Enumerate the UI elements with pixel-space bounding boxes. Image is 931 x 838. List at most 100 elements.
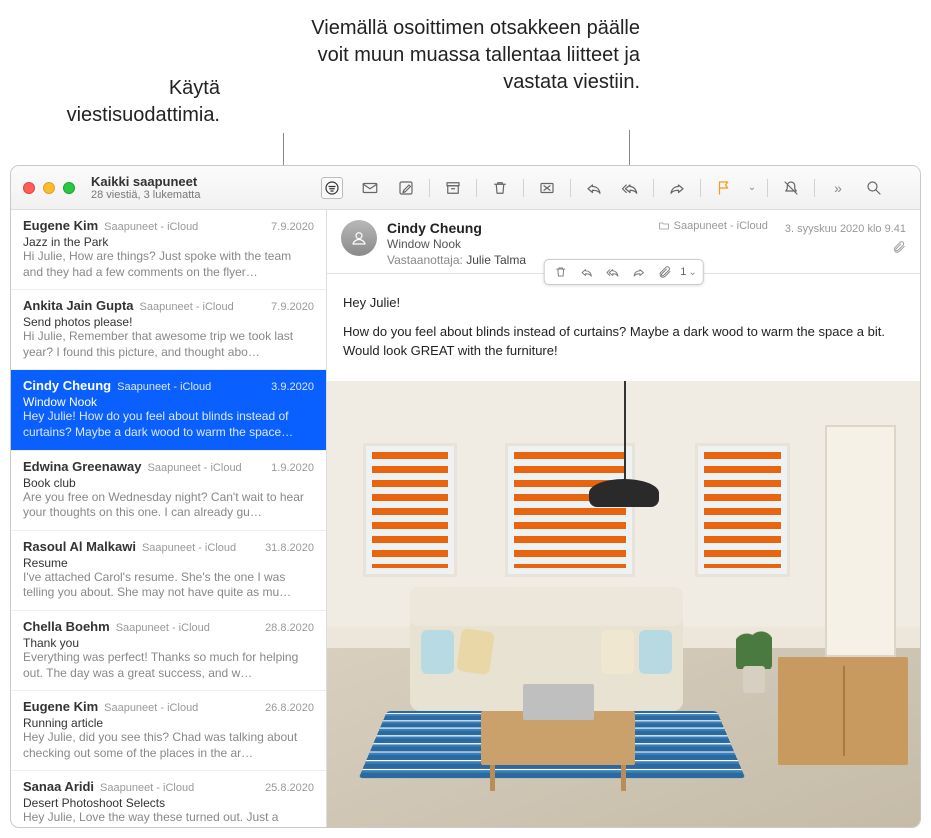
hover-attachments-button[interactable]: [652, 262, 676, 282]
message-list[interactable]: Eugene Kim Saapuneet - iCloud 7.9.2020 Jazz…: [11, 210, 327, 827]
reply-icon: [579, 265, 593, 279]
msg-mailbox: Saapuneet - iCloud: [104, 702, 259, 714]
search-button[interactable]: [859, 176, 889, 200]
junk-icon: [538, 179, 556, 197]
msg-preview: Everything was perfect! Thanks so much f…: [23, 650, 314, 681]
to-label: Vastaanottaja:: [387, 253, 463, 267]
reply-all-icon: [605, 265, 619, 279]
attachment-indicator[interactable]: [892, 240, 906, 257]
more-button[interactable]: »: [823, 176, 853, 200]
person-icon: [350, 229, 368, 247]
trash-icon: [491, 179, 509, 197]
msg-preview: Hi Julie, How are things? Just spoke wit…: [23, 249, 314, 280]
hover-forward-button[interactable]: [626, 262, 650, 282]
list-item[interactable]: Eugene Kim Saapuneet - iCloud 26.8.2020 Run…: [11, 691, 326, 771]
reply-all-icon: [621, 179, 639, 197]
msg-date: 31.8.2020: [265, 542, 314, 554]
attachment-image[interactable]: [327, 381, 920, 827]
msg-date: 3.9.2020: [271, 381, 314, 393]
hover-reply-all-button[interactable]: [600, 262, 624, 282]
callout-filter: Käytä viestisuodattimia.: [20, 75, 220, 129]
msg-subject: Desert Photoshoot Selects: [23, 796, 314, 810]
message-pane: Cindy Cheung Window Nook Vastaanottaja: …: [327, 210, 920, 827]
msg-date: 7.9.2020: [271, 301, 314, 313]
msg-date: 26.8.2020: [265, 702, 314, 714]
flag-button[interactable]: [709, 176, 739, 200]
minimize-window-button[interactable]: [43, 182, 55, 194]
delete-button[interactable]: [485, 176, 515, 200]
msg-preview: Hey Julie! How do you feel about blinds …: [23, 409, 314, 440]
msg-mailbox: Saapuneet - iCloud: [104, 221, 265, 233]
toolbar: ⌄ »: [355, 176, 920, 200]
mute-button[interactable]: [776, 176, 806, 200]
msg-subject: Running article: [23, 716, 314, 730]
list-item[interactable]: Edwina GreenawaySaapuneet - iCloud1.9.20…: [11, 451, 326, 531]
titlebar: Kaikki saapuneet 28 viestiä, 3 lukematta…: [11, 166, 920, 210]
msg-date: 7.9.2020: [271, 221, 314, 233]
header-meta: Saapuneet - iCloud 3. syyskuu 2020 klo 9…: [658, 220, 906, 235]
mailbox-title: Kaikki saapuneet: [91, 174, 321, 189]
header-folder[interactable]: Saapuneet - iCloud: [658, 220, 768, 232]
flag-icon: [715, 179, 733, 197]
close-window-button[interactable]: [23, 182, 35, 194]
mail-window: Kaikki saapuneet 28 viestiä, 3 lukematta…: [10, 165, 921, 828]
junk-button[interactable]: [532, 176, 562, 200]
toolbar-separator: [570, 179, 571, 197]
msg-mailbox: Saapuneet - iCloud: [116, 622, 259, 634]
msg-sender: Rasoul Al Malkawi: [23, 539, 136, 554]
header-date: 3. syyskuu 2020 klo 9.41: [785, 223, 906, 235]
archive-icon: [444, 179, 462, 197]
msg-sender: Eugene Kim: [23, 218, 98, 233]
hover-attachment-count[interactable]: 1⌄: [678, 266, 699, 278]
list-item[interactable]: Eugene Kim Saapuneet - iCloud 7.9.2020 Jazz…: [11, 210, 326, 290]
get-mail-button[interactable]: [355, 176, 385, 200]
message-body: Hey Julie! How do you feel about blinds …: [327, 274, 920, 381]
header-subject: Window Nook: [387, 237, 906, 251]
mailbox-header: Kaikki saapuneet 28 viestiä, 3 lukematta: [91, 174, 321, 201]
list-item[interactable]: Ankita Jain GuptaSaapuneet - iCloud7.9.2…: [11, 290, 326, 370]
reply-all-button[interactable]: [615, 176, 645, 200]
trash-icon: [553, 265, 567, 279]
hover-delete-button[interactable]: [548, 262, 572, 282]
msg-mailbox: Saapuneet - iCloud: [140, 301, 266, 313]
forward-button[interactable]: [662, 176, 692, 200]
msg-mailbox: Saapuneet - iCloud: [142, 542, 259, 554]
bell-off-icon: [782, 179, 800, 197]
msg-sender: Sanaa Aridi: [23, 779, 94, 794]
search-icon: [865, 179, 883, 197]
msg-subject: Thank you: [23, 636, 314, 650]
folder-icon: [658, 220, 670, 232]
forward-icon: [631, 265, 645, 279]
header-folder-label: Saapuneet - iCloud: [674, 220, 768, 232]
hover-reply-button[interactable]: [574, 262, 598, 282]
msg-sender: Cindy Cheung: [23, 378, 111, 393]
chevron-right-icon: »: [834, 180, 842, 196]
msg-preview: Hey Julie, Love the way these turned out…: [23, 810, 314, 826]
body-text: How do you feel about blinds instead of …: [343, 323, 904, 361]
compose-icon: [397, 179, 415, 197]
list-item[interactable]: Rasoul Al Malkawi Saapuneet - iCloud 31.8.…: [11, 531, 326, 611]
forward-icon: [668, 179, 686, 197]
zoom-window-button[interactable]: [63, 182, 75, 194]
msg-mailbox: Saapuneet - iCloud: [100, 782, 259, 794]
to-value: Julie Talma: [466, 253, 526, 267]
envelope-icon: [361, 179, 379, 197]
toolbar-separator: [429, 179, 430, 197]
toolbar-separator: [814, 179, 815, 197]
msg-sender: Eugene Kim: [23, 699, 98, 714]
list-item[interactable]: Chella BoehmSaapuneet - iCloud28.8.2020T…: [11, 611, 326, 691]
compose-button[interactable]: [391, 176, 421, 200]
flag-menu-button[interactable]: ⌄: [745, 176, 759, 200]
paperclip-icon: [657, 265, 671, 279]
toolbar-separator: [653, 179, 654, 197]
list-item[interactable]: Sanaa Aridi Saapuneet - iCloud 25.8.2020 De…: [11, 771, 326, 827]
msg-date: 25.8.2020: [265, 782, 314, 794]
list-item[interactable]: Cindy CheungSaapuneet - iCloud3.9.2020Wi…: [11, 370, 326, 450]
msg-subject: Jazz in the Park: [23, 235, 314, 249]
callout-hover: Viemällä osoittimen otsakkeen päälle voi…: [300, 15, 640, 96]
body-greeting: Hey Julie!: [343, 294, 904, 313]
archive-button[interactable]: [438, 176, 468, 200]
filter-button[interactable]: [321, 177, 343, 199]
reply-button[interactable]: [579, 176, 609, 200]
toolbar-separator: [523, 179, 524, 197]
